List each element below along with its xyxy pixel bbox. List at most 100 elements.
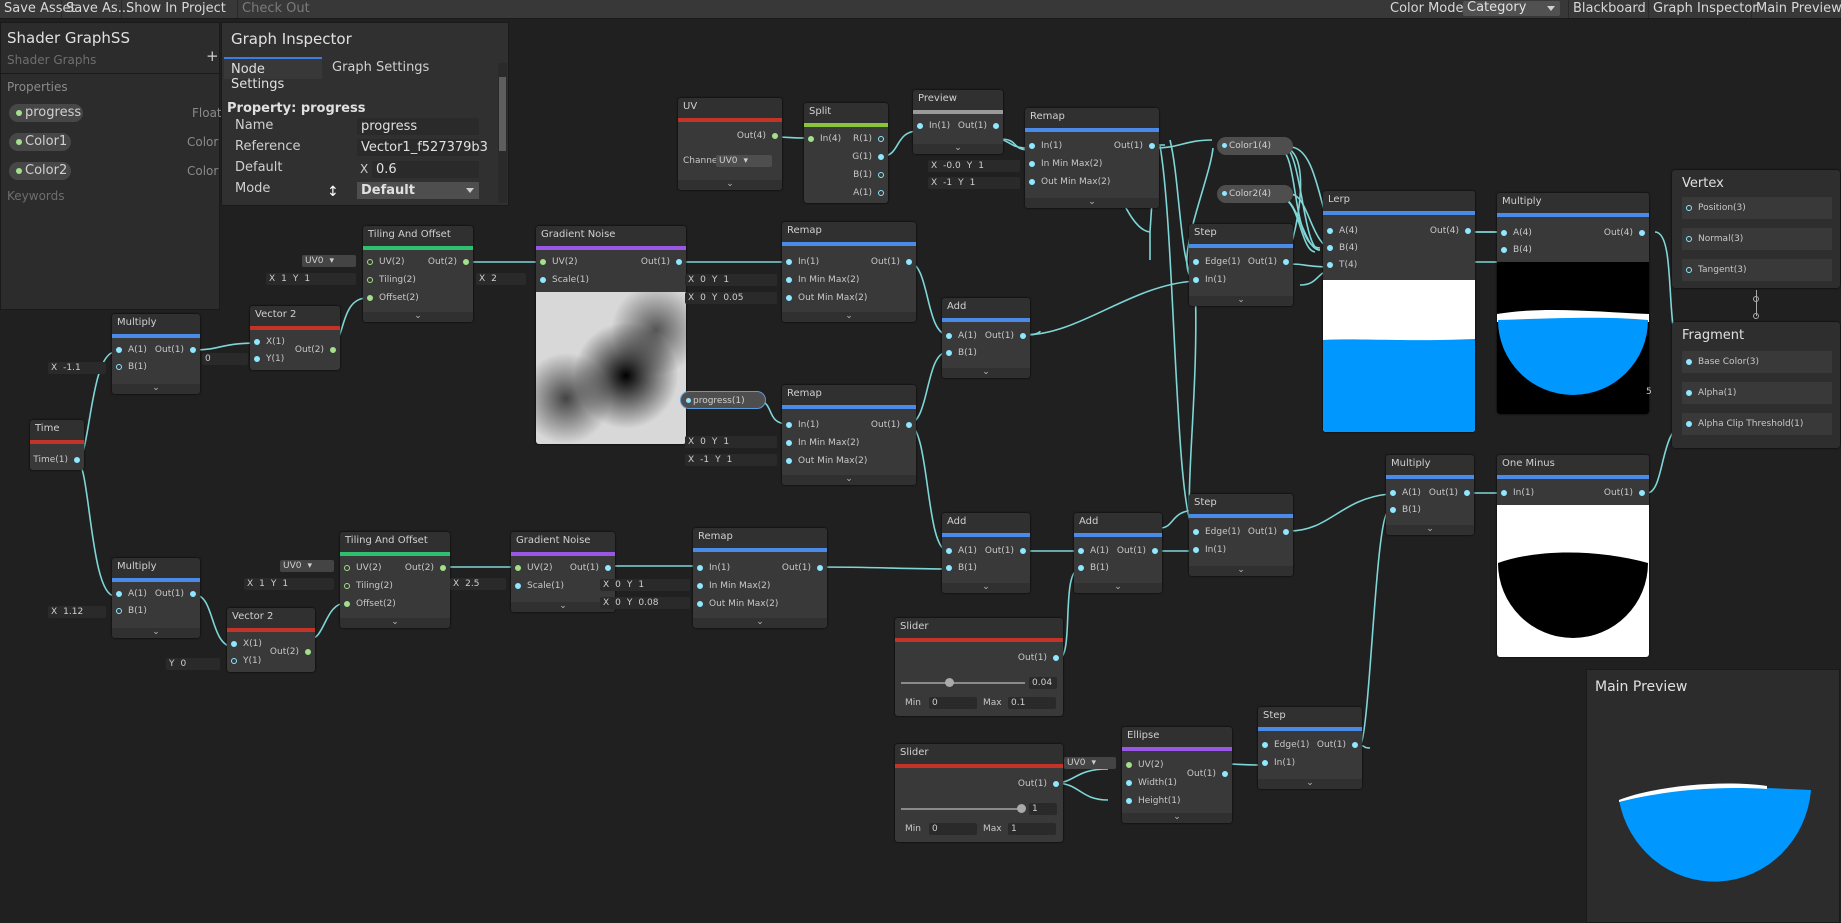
node-multiply-right[interactable]: Multiply A(4) B(4) Out(4) [1497, 193, 1649, 414]
tab-node-settings[interactable]: Node Settings [224, 57, 322, 92]
port-in[interactable]: X(1) [254, 336, 285, 348]
port-dot[interactable] [1029, 142, 1035, 149]
node-footer[interactable]: ⌄ [1189, 566, 1293, 576]
inline-value-field[interactable]: 0 [202, 353, 248, 365]
port-in[interactable]: B(4) [1327, 242, 1358, 254]
port-dot[interactable] [917, 122, 923, 129]
port-dot[interactable] [1686, 358, 1692, 365]
port-dot[interactable] [1686, 204, 1692, 211]
node-multiply-b[interactable]: Multiply A(1) B(1) Out(1) ⌄ [112, 558, 200, 638]
port-dot[interactable] [786, 421, 792, 428]
node-footer[interactable]: ⌄ [693, 618, 827, 628]
port-out[interactable]: Out(2) [270, 646, 311, 658]
node-tiling-offset-top[interactable]: Tiling And Offset UV(2) Tiling(2) Offset… [363, 226, 473, 322]
port-dot[interactable] [1020, 332, 1026, 339]
inline-value-field[interactable]: X2 [476, 273, 526, 285]
port-in[interactable]: B(1) [1078, 562, 1109, 574]
port-in[interactable]: Scale(1) [540, 274, 589, 286]
port-in[interactable]: A(1) [946, 330, 977, 342]
port-in[interactable]: In(1) [786, 256, 819, 268]
port-dot[interactable] [946, 349, 952, 356]
alpha-inline-value[interactable]: 5 [1646, 387, 1652, 397]
port-dot[interactable] [367, 258, 373, 265]
port-in[interactable]: Edge(1) [1193, 526, 1240, 538]
port-dot[interactable] [1126, 779, 1132, 786]
port-out[interactable]: Out(4) [737, 130, 778, 142]
port-dot[interactable] [1262, 741, 1268, 748]
port-dot[interactable] [697, 582, 703, 589]
port-out[interactable]: Out(1) [1117, 545, 1158, 557]
port-dot[interactable] [116, 346, 122, 353]
port-dot[interactable] [74, 456, 80, 463]
port-dot[interactable] [190, 346, 196, 353]
port-dot[interactable] [1686, 235, 1692, 242]
fragment-port-row[interactable]: Alpha Clip Threshold(1) [1682, 413, 1832, 435]
port-time-out[interactable]: Time(1) [33, 454, 80, 466]
port-in[interactable]: UV(2) [344, 562, 382, 574]
port-out[interactable]: R(1) [853, 133, 884, 145]
port-dot[interactable] [906, 421, 912, 428]
port-dot[interactable] [1501, 246, 1507, 253]
port-in[interactable]: A(1) [1078, 545, 1109, 557]
node-add-1[interactable]: Add A(1) B(1) Out(1) ⌄ [942, 298, 1030, 378]
min-field[interactable]: 0 [929, 697, 977, 709]
port-out[interactable]: A(1) [853, 187, 884, 199]
node-step-3[interactable]: Step Edge(1) In(1) Out(1) ⌄ [1258, 707, 1362, 789]
node-one-minus[interactable]: One Minus In(1) Out(1) [1497, 455, 1649, 657]
node-vector2-b[interactable]: Vector 2 X(1) Y(1) Out(2) [227, 608, 315, 672]
node-footer[interactable]: ⌄ [678, 180, 782, 190]
port-dot[interactable] [1390, 489, 1396, 496]
port-in[interactable]: A(1) [116, 344, 147, 356]
port-in[interactable]: Offset(2) [344, 598, 396, 610]
uv-channel-dropdown[interactable]: UV0 ▾ [280, 560, 334, 572]
port-out[interactable]: Out(1) [1248, 526, 1289, 538]
port-dot[interactable] [605, 564, 611, 571]
node-split[interactable]: Split In(4) R(1) G(1) B(1) A(1) [804, 103, 888, 203]
port-dot[interactable] [786, 276, 792, 283]
port-dot[interactable] [1053, 654, 1059, 661]
port-out[interactable]: Out(2) [428, 256, 469, 268]
node-footer[interactable]: ⌄ [112, 628, 200, 638]
scrollbar-thumb[interactable] [499, 77, 506, 151]
port-in[interactable]: UV(2) [1126, 759, 1164, 771]
port-dot[interactable] [344, 582, 350, 589]
port-in[interactable]: In(1) [1193, 544, 1226, 556]
vertex-port-row[interactable]: Tangent(3) [1682, 259, 1832, 281]
port-in[interactable]: A(4) [1327, 225, 1358, 237]
port-dot[interactable] [231, 657, 237, 664]
port-dot[interactable] [116, 607, 122, 614]
port-out[interactable]: Out(1) [1018, 652, 1059, 664]
port-out[interactable]: Out(1) [782, 562, 823, 574]
node-footer[interactable]: ⌄ [112, 384, 200, 394]
port-in[interactable]: Y(1) [254, 353, 284, 365]
property-node-progress[interactable]: progress(1) [680, 391, 766, 409]
port-in[interactable]: B(1) [116, 361, 147, 373]
port-in[interactable]: In Min Max(2) [1029, 158, 1102, 170]
node-remap-mid-1[interactable]: Remap In(1) In Min Max(2) Out Min Max(2)… [782, 222, 916, 322]
inline-value-field[interactable]: X -0.0 Y 1 [928, 160, 1020, 172]
port-dot[interactable] [1686, 420, 1692, 427]
port-dot[interactable] [878, 135, 884, 142]
node-ellipse[interactable]: Ellipse UV(2) Width(1) Height(1) Out(1) … [1122, 727, 1232, 823]
slider-value-field[interactable]: 0.04 [1029, 677, 1057, 689]
uv-channel-dropdown[interactable]: UV0 ▾ [302, 255, 356, 267]
port-out[interactable]: B(1) [853, 169, 884, 181]
property-color1[interactable]: Color1 [9, 133, 71, 151]
node-remap-mid-2[interactable]: Remap In(1) In Min Max(2) Out Min Max(2)… [782, 385, 916, 485]
node-footer[interactable]: ⌄ [363, 312, 473, 322]
port-in[interactable]: A(4) [1501, 227, 1532, 239]
vertex-port-row[interactable]: Normal(3) [1682, 228, 1832, 250]
fragment-port-row[interactable]: Alpha(1) [1682, 382, 1832, 404]
port-dot[interactable] [515, 564, 521, 571]
port-dot[interactable] [1501, 229, 1507, 236]
port-in[interactable]: UV(2) [367, 256, 405, 268]
port-in[interactable]: In(1) [1193, 274, 1226, 286]
port-out[interactable]: Out(1) [985, 330, 1026, 342]
inline-value-field[interactable]: X -1 Y 1 [928, 177, 1020, 189]
port-in[interactable]: UV(2) [515, 562, 553, 574]
reference-field[interactable]: Vector1_f527379b3 [357, 139, 488, 156]
port-dot[interactable] [1053, 780, 1059, 787]
node-fragment-master[interactable]: Fragment Base Color(3) Alpha(1) Alpha Cl… [1672, 322, 1840, 448]
port-in[interactable]: B(4) [1501, 244, 1532, 256]
node-footer[interactable]: ⌄ [782, 475, 916, 485]
